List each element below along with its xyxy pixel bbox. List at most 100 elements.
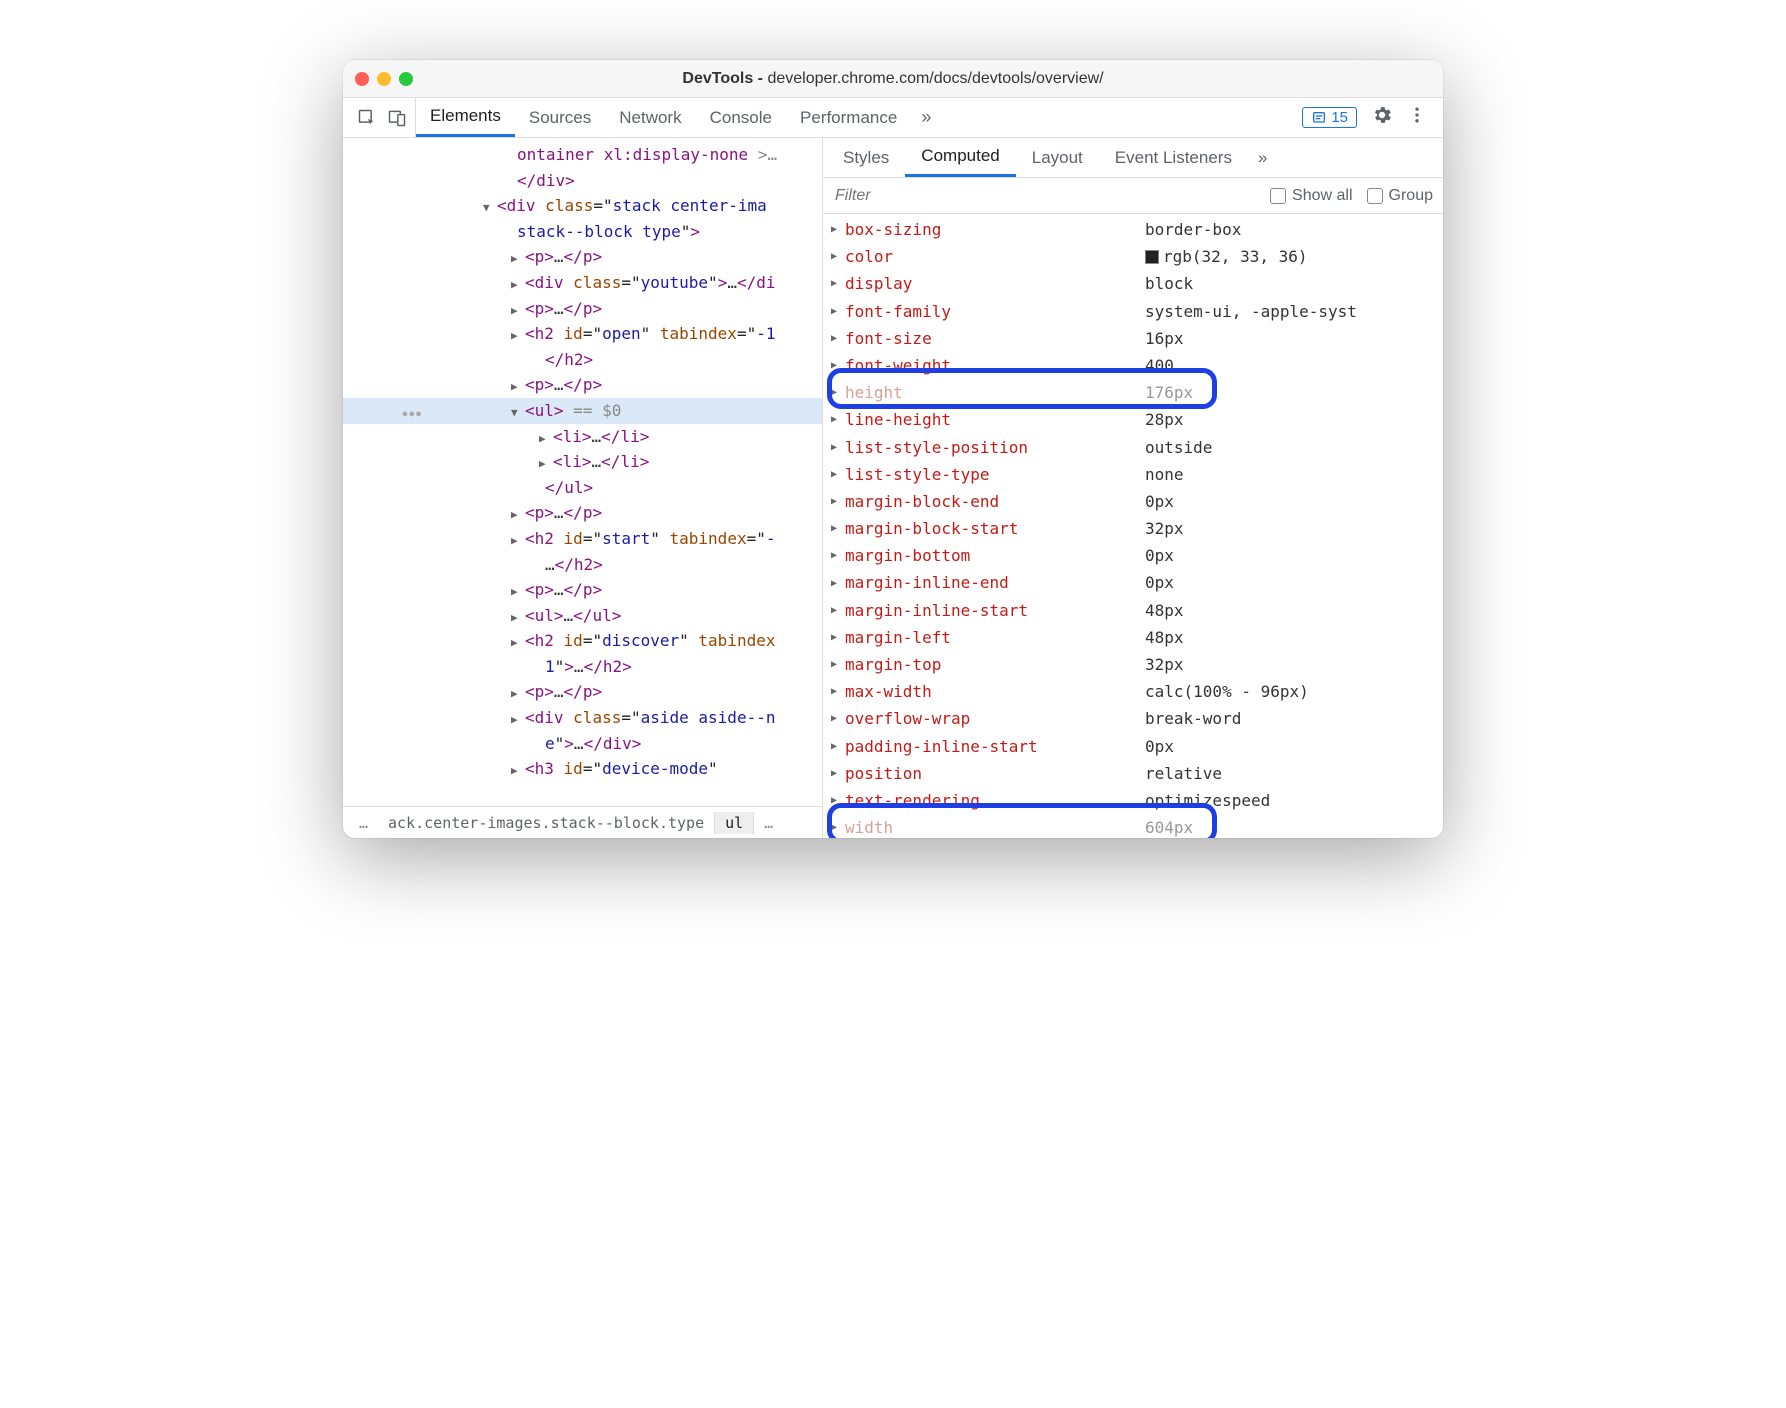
more-icon[interactable]: [1407, 105, 1427, 130]
breadcrumb-ellipsis[interactable]: …: [349, 812, 378, 834]
dom-node[interactable]: stack--block type">: [343, 219, 822, 245]
expand-closed-icon[interactable]: [831, 357, 845, 374]
expand-open-icon[interactable]: [511, 404, 525, 422]
dom-node[interactable]: <div class="youtube">…</di: [343, 270, 822, 296]
expand-open-icon[interactable]: [483, 199, 497, 217]
tab-elements[interactable]: Elements: [416, 98, 515, 137]
expand-closed-icon[interactable]: [511, 711, 525, 729]
computed-font-weight[interactable]: font-weight400: [823, 352, 1443, 379]
maximize-icon[interactable]: [399, 72, 413, 86]
filter-input[interactable]: [833, 186, 1256, 206]
expand-closed-icon[interactable]: [831, 683, 845, 700]
dom-node[interactable]: <li>…</li>: [343, 424, 822, 450]
dom-node[interactable]: <p>…</p>: [343, 296, 822, 322]
dom-node[interactable]: <li>…</li>: [343, 449, 822, 475]
expand-closed-icon[interactable]: [511, 583, 525, 601]
more-tabs-icon[interactable]: »: [911, 107, 941, 128]
expand-closed-icon[interactable]: [511, 532, 525, 550]
computed-properties[interactable]: box-sizingborder-boxcolorrgb(32, 33, 36)…: [823, 214, 1443, 838]
dom-node[interactable]: <h2 id="discover" tabindex: [343, 628, 822, 654]
computed-overflow-wrap[interactable]: overflow-wrapbreak-word: [823, 705, 1443, 732]
expand-closed-icon[interactable]: [831, 629, 845, 646]
expand-closed-icon[interactable]: [511, 634, 525, 652]
computed-line-height[interactable]: line-height28px: [823, 406, 1443, 433]
dom-node[interactable]: <h2 id="start" tabindex="-: [343, 526, 822, 552]
computed-color[interactable]: colorrgb(32, 33, 36): [823, 243, 1443, 270]
computed-padding-inline-start[interactable]: padding-inline-start0px: [823, 733, 1443, 760]
computed-margin-inline-end[interactable]: margin-inline-end0px: [823, 569, 1443, 596]
expand-closed-icon[interactable]: [511, 762, 525, 780]
expand-closed-icon[interactable]: [831, 656, 845, 673]
dom-node[interactable]: …</h2>: [343, 552, 822, 578]
expand-closed-icon[interactable]: [511, 302, 525, 320]
expand-closed-icon[interactable]: [831, 275, 845, 292]
expand-closed-icon[interactable]: [831, 765, 845, 782]
dom-node[interactable]: </ul>: [343, 475, 822, 501]
expand-closed-icon[interactable]: [511, 276, 525, 294]
dom-node[interactable]: </h2>: [343, 347, 822, 373]
expand-closed-icon[interactable]: [831, 575, 845, 592]
expand-closed-icon[interactable]: [539, 455, 553, 473]
expand-closed-icon[interactable]: [831, 384, 845, 401]
breadcrumb-path[interactable]: ack.center-images.stack--block.type: [378, 812, 715, 834]
expand-closed-icon[interactable]: [511, 327, 525, 345]
minimize-icon[interactable]: [377, 72, 391, 86]
expand-closed-icon[interactable]: [511, 506, 525, 524]
dom-node[interactable]: ontainer xl:display-none >…: [343, 142, 822, 168]
show-all-checkbox[interactable]: Show all: [1270, 187, 1352, 205]
close-icon[interactable]: [355, 72, 369, 86]
expand-closed-icon[interactable]: [831, 303, 845, 320]
inspect-icon[interactable]: [357, 108, 377, 128]
dom-node[interactable]: <h2 id="open" tabindex="-1: [343, 321, 822, 347]
expand-closed-icon[interactable]: [831, 738, 845, 755]
computed-width[interactable]: width604px: [823, 814, 1443, 838]
tab-network[interactable]: Network: [605, 98, 695, 137]
dom-node[interactable]: <p>…</p>: [343, 372, 822, 398]
expand-closed-icon[interactable]: [831, 710, 845, 727]
computed-margin-block-end[interactable]: margin-block-end0px: [823, 488, 1443, 515]
expand-closed-icon[interactable]: [831, 411, 845, 428]
expand-closed-icon[interactable]: [511, 378, 525, 396]
dom-node[interactable]: <p>…</p>: [343, 577, 822, 603]
dom-node[interactable]: <ul>…</ul>: [343, 603, 822, 629]
expand-closed-icon[interactable]: [539, 430, 553, 448]
dom-node[interactable]: <div class="aside aside--n: [343, 705, 822, 731]
expand-closed-icon[interactable]: [511, 685, 525, 703]
expand-closed-icon[interactable]: [831, 466, 845, 483]
dom-node[interactable]: e">…</div>: [343, 731, 822, 757]
expand-closed-icon[interactable]: [831, 493, 845, 510]
dom-node[interactable]: </div>: [343, 168, 822, 194]
dom-node[interactable]: <div class="stack center-ima: [343, 193, 822, 219]
tab-performance[interactable]: Performance: [786, 98, 911, 137]
expand-closed-icon[interactable]: [511, 250, 525, 268]
computed-display[interactable]: displayblock: [823, 270, 1443, 297]
dom-node[interactable]: ●●●<ul> == $0: [343, 398, 822, 424]
computed-position[interactable]: positionrelative: [823, 760, 1443, 787]
computed-font-family[interactable]: font-familysystem-ui, -apple-syst: [823, 298, 1443, 325]
computed-margin-bottom[interactable]: margin-bottom0px: [823, 542, 1443, 569]
dom-tree[interactable]: ontainer xl:display-none >…</div><div cl…: [343, 138, 822, 806]
computed-margin-block-start[interactable]: margin-block-start32px: [823, 515, 1443, 542]
dom-node[interactable]: <p>…</p>: [343, 679, 822, 705]
computed-list-style-type[interactable]: list-style-typenone: [823, 461, 1443, 488]
expand-closed-icon[interactable]: [511, 609, 525, 627]
computed-height[interactable]: height176px: [823, 379, 1443, 406]
expand-closed-icon[interactable]: [831, 439, 845, 456]
sidebar-tab-event-listeners[interactable]: Event Listeners: [1099, 138, 1248, 177]
computed-text-rendering[interactable]: text-renderingoptimizespeed: [823, 787, 1443, 814]
expand-closed-icon[interactable]: [831, 520, 845, 537]
computed-max-width[interactable]: max-widthcalc(100% - 96px): [823, 678, 1443, 705]
issues-badge[interactable]: 15: [1302, 107, 1357, 128]
expand-closed-icon[interactable]: [831, 819, 845, 836]
computed-margin-top[interactable]: margin-top32px: [823, 651, 1443, 678]
dom-node[interactable]: <h3 id="device-mode": [343, 756, 822, 782]
sidebar-tab-computed[interactable]: Computed: [905, 138, 1015, 177]
expand-closed-icon[interactable]: [831, 792, 845, 809]
tab-sources[interactable]: Sources: [515, 98, 605, 137]
breadcrumb-trailing[interactable]: …: [754, 812, 783, 834]
breadcrumb-selected[interactable]: ul: [715, 812, 754, 834]
expand-closed-icon[interactable]: [831, 248, 845, 265]
computed-list-style-position[interactable]: list-style-positionoutside: [823, 434, 1443, 461]
settings-icon[interactable]: [1371, 104, 1393, 131]
computed-margin-left[interactable]: margin-left48px: [823, 624, 1443, 651]
